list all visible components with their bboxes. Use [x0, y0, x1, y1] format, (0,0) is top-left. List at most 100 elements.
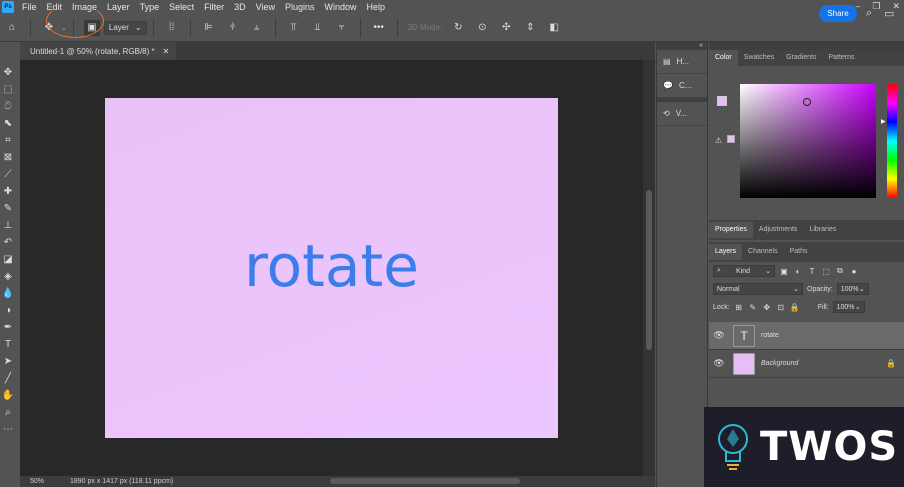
eraser-tool-icon[interactable]: ◪	[1, 251, 15, 268]
transform-controls-icon[interactable]: ⁞⁞	[164, 20, 180, 36]
panel-layout-icon[interactable]: ▭	[884, 7, 894, 20]
brush-tool-icon[interactable]: ✎	[1, 200, 15, 217]
fill-field[interactable]: 100% ⌄	[832, 301, 865, 313]
visibility-eye-icon[interactable]: 👁	[709, 330, 729, 341]
menu-type[interactable]: Type	[135, 0, 165, 14]
menu-window[interactable]: Window	[320, 0, 362, 14]
menu-filter[interactable]: Filter	[199, 0, 229, 14]
tab-patterns[interactable]: Patterns	[822, 50, 860, 66]
comments-panel-button[interactable]: 💬 C...	[657, 74, 707, 98]
3d-camera-icon[interactable]: ◧	[546, 20, 562, 36]
lock-artboard-icon[interactable]: ⊡	[776, 302, 786, 312]
filter-toggle-icon[interactable]: ●	[849, 266, 859, 276]
vertical-scrollbar[interactable]	[643, 60, 655, 476]
blend-mode-dropdown[interactable]: Normal ⌄	[713, 283, 803, 295]
lock-image-icon[interactable]: ✎	[748, 302, 758, 312]
document-info[interactable]: 1890 px x 1417 px (118.11 ppcm)	[60, 478, 173, 485]
tab-paths[interactable]: Paths	[784, 244, 814, 260]
align-center-icon[interactable]: ⫩	[225, 20, 241, 36]
search-icon[interactable]: ⌕	[866, 7, 872, 20]
smart-object-filter-icon[interactable]: ⧉	[835, 266, 845, 276]
menu-3d[interactable]: 3D	[229, 0, 251, 14]
shape-tool-icon[interactable]: ╱	[1, 370, 15, 387]
zoom-tool-icon[interactable]: ⌕	[1, 404, 15, 421]
align-right-icon[interactable]: ⫨	[249, 20, 265, 36]
crop-tool-icon[interactable]: ⌗	[1, 132, 15, 149]
adjustment-filter-icon[interactable]: ◐	[793, 266, 803, 276]
tab-layers[interactable]: Layers	[709, 244, 743, 260]
menu-plugins[interactable]: Plugins	[280, 0, 320, 14]
menu-help[interactable]: Help	[362, 0, 391, 14]
tab-channels[interactable]: Channels	[742, 244, 784, 260]
more-options-icon[interactable]: •••	[371, 20, 387, 36]
color-field[interactable]	[740, 84, 876, 198]
menu-view[interactable]: View	[251, 0, 280, 14]
home-icon[interactable]: ⌂	[4, 20, 20, 36]
visibility-eye-icon[interactable]: 👁	[709, 358, 729, 369]
3d-roll-icon[interactable]: ⊙	[474, 20, 490, 36]
versions-panel-button[interactable]: ⟲ V...	[657, 102, 707, 126]
collapse-arrows-icon[interactable]: «	[657, 42, 707, 50]
tab-swatches[interactable]: Swatches	[738, 50, 780, 66]
lock-all-icon[interactable]: 🔒	[790, 302, 800, 312]
tab-color[interactable]: Color	[709, 50, 738, 66]
layer-row-rotate[interactable]: 👁 T rotate	[709, 322, 904, 350]
document-tab-bar: Untitled-1 @ 50% (rotate, RGB/8) * ✕	[20, 42, 655, 60]
align-middle-icon[interactable]: ⫫	[310, 20, 326, 36]
tab-adjustments[interactable]: Adjustments	[753, 222, 804, 238]
pen-tool-icon[interactable]: ✒	[1, 319, 15, 336]
canvas-text-layer[interactable]: rotate	[105, 236, 558, 296]
menu-file[interactable]: File	[17, 0, 42, 14]
color-picker-handle[interactable]	[803, 98, 811, 106]
healing-brush-icon[interactable]: ✚	[1, 183, 15, 200]
zoom-level[interactable]: 50%	[20, 478, 60, 485]
document-tab[interactable]: Untitled-1 @ 50% (rotate, RGB/8) * ✕	[20, 42, 176, 60]
restore-icon[interactable]: ❐	[872, 0, 880, 12]
dodge-tool-icon[interactable]: ◑	[1, 302, 15, 319]
close-icon[interactable]: ✕	[163, 47, 170, 56]
move-tool-icon[interactable]: ✥	[1, 64, 15, 81]
tab-properties[interactable]: Properties	[709, 222, 753, 238]
object-selection-icon[interactable]: ⬉	[1, 115, 15, 132]
document-canvas[interactable]: rotate	[105, 98, 558, 438]
auto-select-dropdown[interactable]: Layer ⌄	[103, 20, 147, 35]
blur-tool-icon[interactable]: 💧	[1, 285, 15, 302]
more-tools-icon[interactable]: ⋯	[1, 421, 15, 438]
align-bottom-icon[interactable]: ⫧	[334, 20, 350, 36]
history-panel-button[interactable]: ▤ H...	[657, 50, 707, 74]
hue-slider-arrow-icon[interactable]: ▶	[881, 118, 886, 125]
3d-orbit-icon[interactable]: ↻	[450, 20, 466, 36]
layer-filter-kind[interactable]: ⌕ Kind ⌄	[713, 265, 775, 277]
shape-filter-icon[interactable]: ⬚	[821, 266, 831, 276]
tab-libraries[interactable]: Libraries	[803, 222, 842, 238]
clone-stamp-icon[interactable]: ⊥	[1, 217, 15, 234]
lock-position-icon[interactable]: ✥	[762, 302, 772, 312]
align-top-icon[interactable]: ⫪	[286, 20, 302, 36]
opacity-field[interactable]: 100% ⌄	[836, 283, 869, 295]
share-button[interactable]: Share	[819, 5, 857, 22]
gamut-swatch[interactable]	[727, 135, 735, 143]
frame-tool-icon[interactable]: ⊠	[1, 149, 15, 166]
menu-select[interactable]: Select	[164, 0, 199, 14]
type-tool-icon[interactable]: T	[1, 336, 15, 353]
eyedropper-tool-icon[interactable]: ⟋	[1, 166, 15, 183]
layer-row-background[interactable]: 👁 Background 🔒	[709, 350, 904, 378]
tab-gradients[interactable]: Gradients	[780, 50, 822, 66]
hue-slider[interactable]	[887, 84, 897, 198]
horizontal-scroll-thumb[interactable]	[330, 478, 520, 484]
align-left-icon[interactable]: ⊫	[201, 20, 217, 36]
lasso-tool-icon[interactable]: ට	[1, 98, 15, 115]
menu-layer[interactable]: Layer	[102, 0, 135, 14]
foreground-color-swatch[interactable]	[717, 96, 727, 106]
history-brush-icon[interactable]: ↶	[1, 234, 15, 251]
hand-tool-icon[interactable]: ✋	[1, 387, 15, 404]
gradient-tool-icon[interactable]: ◈	[1, 268, 15, 285]
3d-slide-icon[interactable]: ⇕	[522, 20, 538, 36]
lock-transparent-icon[interactable]: ⊞	[734, 302, 744, 312]
3d-pan-icon[interactable]: ✣	[498, 20, 514, 36]
marquee-tool-icon[interactable]: ⬚	[1, 81, 15, 98]
scroll-thumb[interactable]	[646, 190, 652, 350]
type-filter-icon[interactable]: T	[807, 266, 817, 276]
image-filter-icon[interactable]: ▣	[779, 266, 789, 276]
path-selection-icon[interactable]: ➤	[1, 353, 15, 370]
